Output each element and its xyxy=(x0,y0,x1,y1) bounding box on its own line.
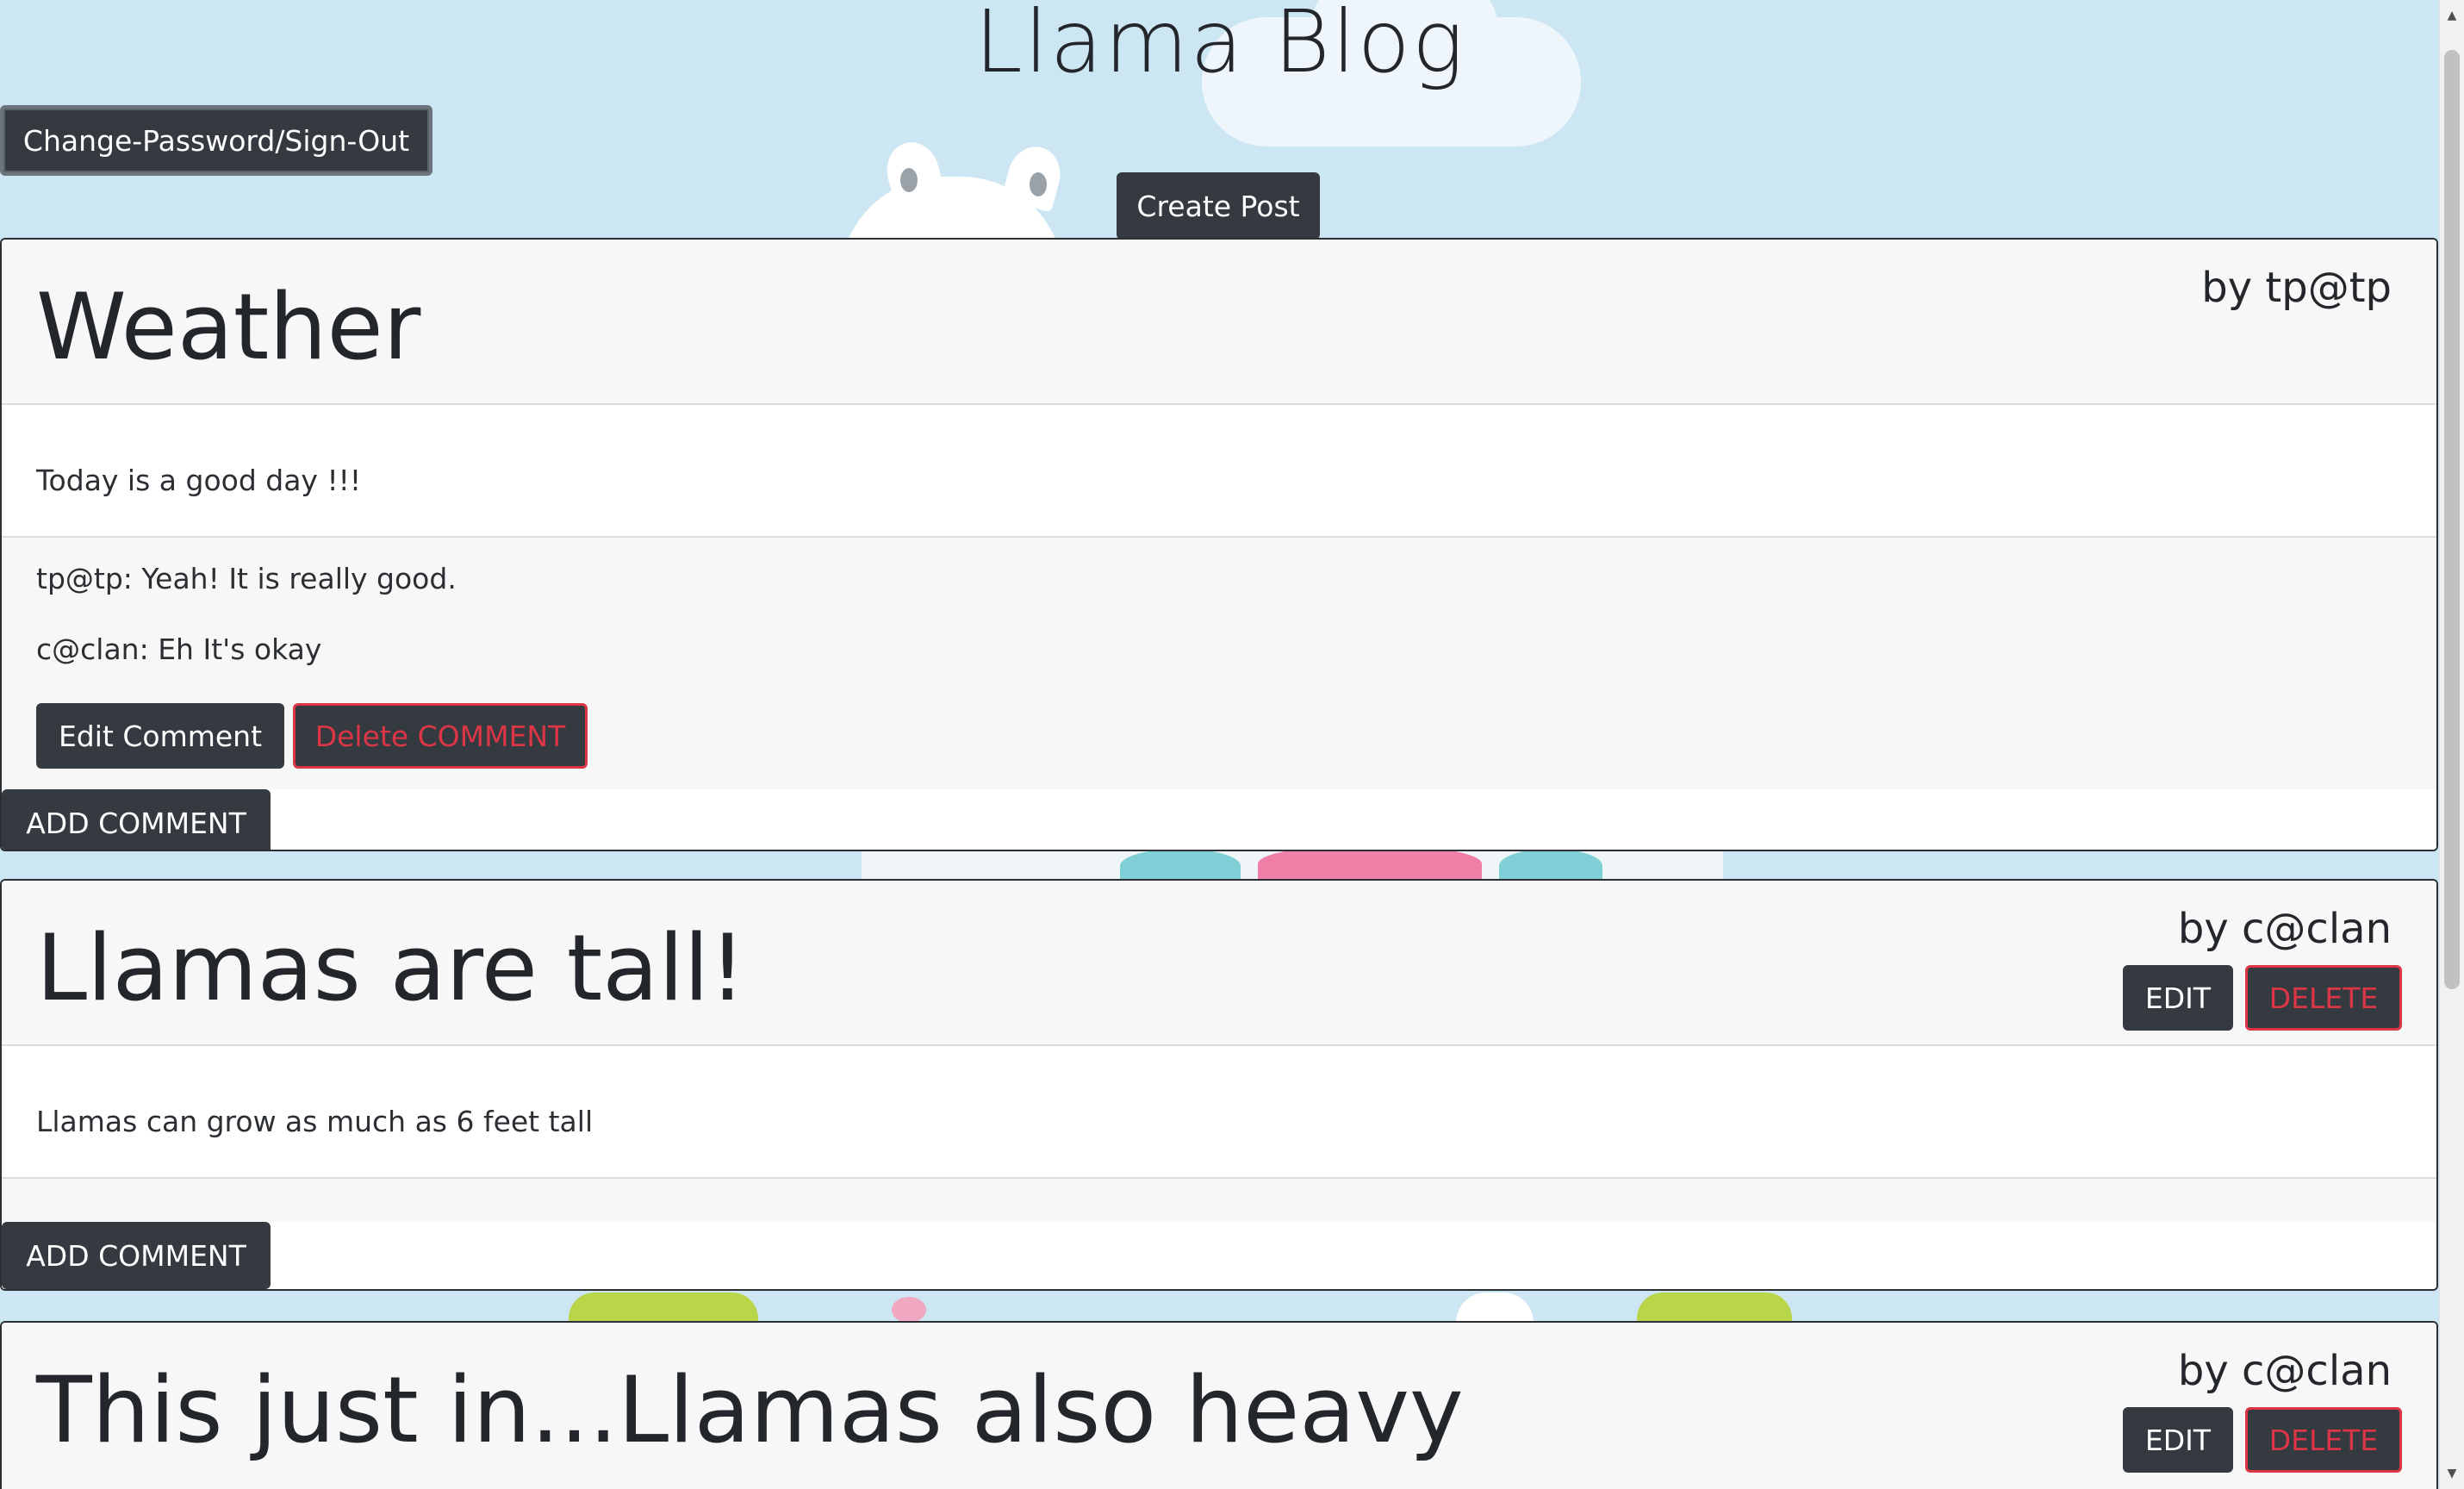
comment-item: c@clan: Eh It's okay xyxy=(36,632,322,666)
llama-ear-dot-decoration xyxy=(900,168,918,192)
comment-footer: ADD COMMENT xyxy=(2,1222,2436,1289)
delete-post-button[interactable]: DELETE xyxy=(2245,965,2402,1031)
arrow-down-icon[interactable]: ▼ xyxy=(2440,1461,2464,1486)
comments-section xyxy=(2,1179,2436,1222)
change-password-sign-out-button[interactable]: Change-Password/Sign-Out xyxy=(0,105,432,176)
edit-post-button[interactable]: EDIT xyxy=(2123,1407,2233,1473)
post-header: This just in...Llamas also heavy by c@cl… xyxy=(2,1323,2436,1489)
comment-item: tp@tp: Yeah! It is really good. xyxy=(36,562,457,595)
flower-decoration xyxy=(892,1297,926,1323)
llama-ear-dot-decoration xyxy=(1030,172,1047,196)
comments-section: tp@tp: Yeah! It is really good. c@clan: … xyxy=(2,538,2436,789)
create-post-button[interactable]: Create Post xyxy=(1117,172,1320,240)
delete-post-button[interactable]: DELETE xyxy=(2245,1407,2402,1473)
llama-leg-decoration xyxy=(1456,1293,1534,1323)
edit-comment-button[interactable]: Edit Comment xyxy=(36,703,284,769)
blanket-decoration xyxy=(1120,849,1241,883)
edit-post-button[interactable]: EDIT xyxy=(2123,965,2233,1031)
comment-footer: ADD COMMENT xyxy=(2,789,2436,850)
add-comment-button[interactable]: ADD COMMENT xyxy=(2,1222,271,1289)
post-card: Weather by tp@tp Today is a good day !!!… xyxy=(0,238,2438,851)
post-body: Today is a good day !!! xyxy=(2,405,2436,538)
blanket-decoration xyxy=(1499,849,1602,883)
post-actions: EDIT DELETE xyxy=(2123,965,2402,1031)
post-author: by tp@tp xyxy=(2201,264,2392,312)
post-body: Llamas can grow as much as 6 feet tall xyxy=(2,1046,2436,1179)
post-author: by c@clan xyxy=(2177,905,2392,953)
cactus-decoration xyxy=(569,1293,758,1323)
add-comment-button[interactable]: ADD COMMENT xyxy=(2,789,271,850)
arrow-up-icon[interactable]: ▲ xyxy=(2440,3,2464,28)
vertical-scrollbar[interactable]: ▲ ▼ xyxy=(2439,0,2464,1489)
post-author: by c@clan xyxy=(2177,1347,2392,1395)
post-title: Llamas are tall! xyxy=(36,915,746,1021)
post-actions: EDIT DELETE xyxy=(2123,1407,2402,1473)
scrollbar-thumb[interactable] xyxy=(2444,50,2460,989)
comment-actions: Edit Comment Delete COMMENT xyxy=(36,703,2402,769)
post-header: Weather by tp@tp xyxy=(2,240,2436,405)
post-title: Weather xyxy=(36,274,421,380)
post-card: Llamas are tall! by c@clan EDIT DELETE L… xyxy=(0,879,2438,1291)
delete-comment-button[interactable]: Delete COMMENT xyxy=(293,703,588,769)
cactus-decoration xyxy=(1637,1293,1792,1323)
post-card: This just in...Llamas also heavy by c@cl… xyxy=(0,1321,2438,1489)
post-title: This just in...Llamas also heavy xyxy=(36,1357,1464,1463)
page-title: Llama Blog xyxy=(974,0,1465,92)
post-header: Llamas are tall! by c@clan EDIT DELETE xyxy=(2,881,2436,1046)
